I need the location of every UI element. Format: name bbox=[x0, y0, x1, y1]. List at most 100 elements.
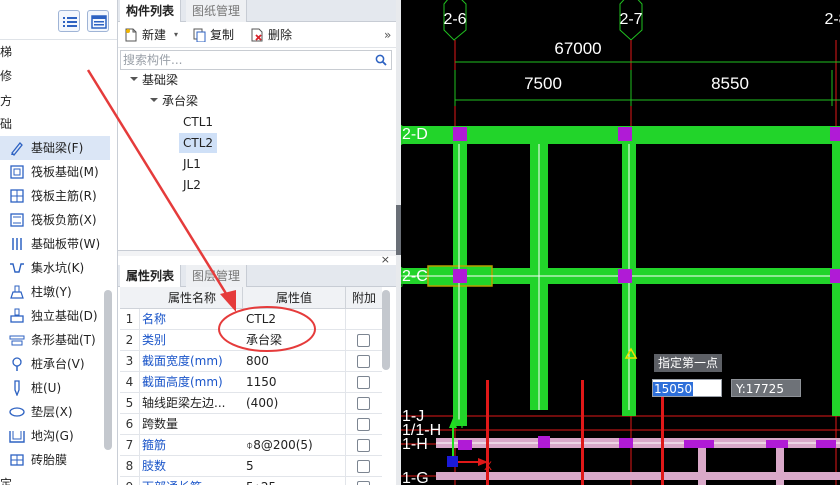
property-attach-cell bbox=[345, 435, 382, 456]
dimension-span: 8550 bbox=[711, 74, 749, 93]
nav-item-strip-footing[interactable]: 条形基础(T) bbox=[0, 328, 110, 352]
property-row-number: 7 bbox=[120, 435, 140, 456]
tab-layer-management[interactable]: 图层管理 bbox=[186, 265, 248, 287]
x-coordinate-input[interactable]: 15050 bbox=[652, 379, 722, 397]
property-name: 跨数量 bbox=[142, 417, 179, 431]
sump-pit-icon bbox=[10, 263, 24, 273]
tab-property-list[interactable]: 属性列表 bbox=[120, 265, 182, 287]
nav-item-pile-cap[interactable]: 桩承台(V) bbox=[0, 352, 110, 376]
property-grid-header: 属性名称 属性值 附加 bbox=[120, 287, 382, 309]
property-scrollbar[interactable] bbox=[382, 290, 390, 370]
header-property-name[interactable]: 属性名称 bbox=[142, 287, 242, 309]
nav-item-pile[interactable]: 桩(U) bbox=[0, 376, 110, 400]
property-row[interactable]: 3 截面宽度(mm) 800 bbox=[120, 351, 382, 372]
nav-item-raft-negative-rebar[interactable]: 筏板负筋(X) bbox=[0, 208, 110, 232]
tab-component-list[interactable]: 构件列表 bbox=[120, 0, 182, 22]
property-value[interactable]: 800 bbox=[246, 351, 340, 372]
tree-expand-icon[interactable] bbox=[150, 98, 158, 102]
new-file-icon bbox=[125, 28, 137, 42]
property-row-number: 4 bbox=[120, 372, 140, 393]
property-row[interactable]: 9下部通长筋 5⌽25 bbox=[120, 477, 382, 485]
tree-leaf-selected[interactable]: CTL2 bbox=[179, 133, 218, 153]
nav-item-brick-mold[interactable]: 砖胎膜 bbox=[0, 448, 110, 472]
property-row[interactable]: 5 轴线距梁左边... (400) bbox=[120, 393, 382, 414]
property-value[interactable]: 1150 bbox=[246, 372, 340, 393]
tree-node-cap-beam[interactable]: 承台梁 bbox=[162, 91, 198, 111]
property-name: 下部通长筋 bbox=[142, 477, 242, 485]
tab-drawing-management[interactable]: 图纸管理 bbox=[186, 0, 248, 22]
attach-checkbox[interactable] bbox=[357, 334, 370, 347]
window-view-button[interactable] bbox=[87, 10, 109, 32]
tree-leaf[interactable]: CTL1 bbox=[183, 112, 213, 132]
nav-item-raft-main-rebar[interactable]: 筏板主筋(R) bbox=[0, 184, 110, 208]
property-row[interactable]: 4 截面高度(mm) 1150 bbox=[120, 372, 382, 393]
nav-item-foundation-strip[interactable]: 基础板带(W) bbox=[0, 232, 110, 256]
delete-button[interactable]: 删除 bbox=[250, 26, 300, 44]
tree-node-foundation-beam[interactable]: 基础梁 bbox=[142, 70, 178, 90]
nav-item-cushion-layer[interactable]: 垫层(X) bbox=[0, 400, 110, 424]
panel-splitter[interactable] bbox=[118, 250, 396, 256]
pile-cap-icon bbox=[12, 357, 22, 371]
trench-icon bbox=[9, 431, 25, 443]
header-attach[interactable]: 附加 bbox=[345, 287, 382, 309]
axis-label-left: 1-H bbox=[402, 436, 428, 453]
attach-checkbox[interactable] bbox=[357, 397, 370, 410]
property-value[interactable]: 承台梁 bbox=[246, 330, 340, 351]
property-value[interactable] bbox=[246, 414, 340, 435]
nav-partial-item[interactable]: 定 bbox=[0, 472, 12, 485]
nav-partial-item[interactable]: 梯 bbox=[0, 40, 12, 64]
property-value[interactable]: 5⌽25 bbox=[246, 477, 340, 485]
property-row-number: 9 bbox=[120, 477, 140, 485]
property-row[interactable]: 7 箍筋 ⌽8@200(5) bbox=[120, 435, 382, 456]
header-property-value[interactable]: 属性值 bbox=[242, 287, 345, 309]
nav-item-trench[interactable]: 地沟(G) bbox=[0, 424, 110, 448]
nav-item-sump-pit[interactable]: 集水坑(K) bbox=[0, 256, 110, 280]
nav-partial-item[interactable]: 修 bbox=[0, 64, 12, 88]
property-value[interactable]: CTL2 bbox=[246, 309, 340, 330]
cad-drawing[interactable]: 2-6 2-7 2-8 67000 7500 8550 bbox=[396, 0, 840, 485]
property-value[interactable]: ⌽8@200(5) bbox=[246, 435, 340, 456]
y-coordinate-input[interactable]: Y:17725 bbox=[731, 379, 801, 397]
search-icon[interactable] bbox=[375, 54, 387, 66]
nav-item-isolated-footing[interactable]: 独立基础(D) bbox=[0, 304, 110, 328]
cad-drawing-canvas[interactable]: 2-6 2-7 2-8 67000 7500 8550 bbox=[396, 0, 840, 485]
property-row-number: 8 bbox=[120, 456, 140, 477]
property-row[interactable]: 1 名称 CTL2 bbox=[120, 309, 382, 330]
attach-checkbox[interactable] bbox=[357, 418, 370, 431]
nav-scrollbar[interactable] bbox=[104, 290, 112, 450]
list-view-button[interactable] bbox=[58, 10, 80, 32]
window-view-icon bbox=[91, 15, 107, 29]
nav-item-column-pier[interactable]: 柱墩(Y) bbox=[0, 280, 110, 304]
cushion-layer-icon bbox=[9, 407, 25, 417]
search-input[interactable] bbox=[123, 52, 363, 68]
property-attach-cell bbox=[345, 309, 382, 330]
tree-leaf[interactable]: JL2 bbox=[183, 175, 201, 195]
nav-item-raft-foundation[interactable]: 筏板基础(M) bbox=[0, 160, 110, 184]
columns[interactable] bbox=[453, 127, 840, 283]
property-name: 截面高度(mm) bbox=[142, 375, 223, 389]
property-row-number: 2 bbox=[120, 330, 140, 351]
attach-checkbox[interactable] bbox=[357, 460, 370, 473]
property-value[interactable]: 5 bbox=[246, 456, 340, 477]
nav-partial-item[interactable]: 础 bbox=[0, 112, 12, 136]
tree-expand-icon[interactable] bbox=[130, 77, 138, 81]
attach-checkbox[interactable] bbox=[357, 355, 370, 368]
new-button[interactable]: 新建 ▾ bbox=[124, 26, 184, 44]
toolbar-more-button[interactable]: » bbox=[384, 26, 396, 44]
attach-checkbox[interactable] bbox=[357, 439, 370, 452]
property-row[interactable]: 6 跨数量 bbox=[120, 414, 382, 435]
property-row[interactable]: 8 肢数 5 bbox=[120, 456, 382, 477]
axis-label-left: 2-C bbox=[402, 268, 428, 285]
strip-footing-icon bbox=[9, 335, 25, 346]
nav-partial-item[interactable]: 方 bbox=[0, 89, 12, 113]
property-row[interactable]: 2 类别 承台梁 bbox=[120, 330, 382, 351]
copy-button[interactable]: 复制 bbox=[192, 26, 240, 44]
tree-leaf[interactable]: JL1 bbox=[183, 154, 201, 174]
viewport-splitter-grip[interactable] bbox=[396, 205, 401, 255]
column-pier-icon bbox=[10, 285, 24, 299]
attach-checkbox[interactable] bbox=[357, 376, 370, 389]
property-value[interactable]: (400) bbox=[246, 393, 340, 414]
nav-item-foundation-beam[interactable]: 基础梁(F) bbox=[0, 136, 110, 160]
isolated-footing-icon bbox=[10, 308, 24, 323]
attach-checkbox[interactable] bbox=[357, 481, 370, 485]
